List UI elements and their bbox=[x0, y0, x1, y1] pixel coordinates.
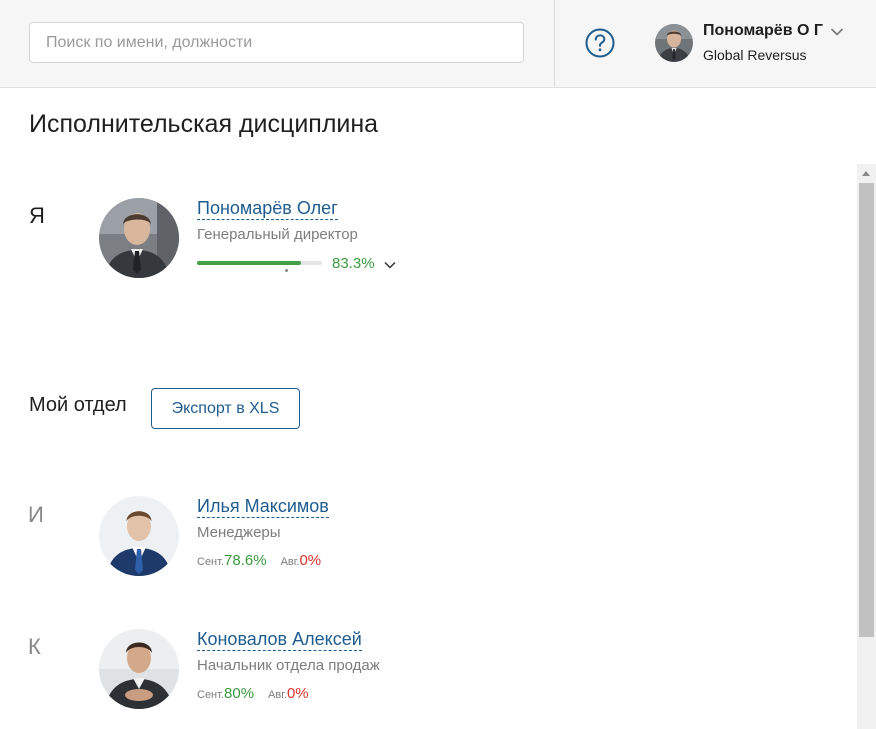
stat-prev-month-value: 0% bbox=[299, 552, 322, 569]
stat-prev-month-value: 0% bbox=[286, 685, 309, 702]
stat-month-value: 80% bbox=[224, 685, 255, 702]
stat-month-label: Сент. bbox=[197, 556, 225, 568]
progress-bar bbox=[197, 261, 322, 265]
export-xls-button[interactable]: Экспорт в XLS bbox=[151, 388, 300, 429]
header-divider bbox=[554, 0, 555, 87]
chevron-down-icon[interactable] bbox=[384, 261, 396, 269]
me-name-link[interactable]: Пономарёв Олег bbox=[197, 198, 338, 220]
person-position: Менеджеры bbox=[197, 524, 281, 541]
group-letter: И bbox=[28, 502, 44, 527]
person-name-link[interactable]: Илья Максимов bbox=[197, 496, 329, 518]
person-position: Начальник отдела продаж bbox=[197, 657, 380, 674]
avatar bbox=[99, 198, 179, 278]
search-input[interactable] bbox=[29, 22, 524, 63]
person-stats: Сент.80% Авг.0% bbox=[197, 685, 309, 703]
stat-month-label: Сент. bbox=[197, 689, 225, 701]
page-title: Исполнительская дисциплина bbox=[29, 110, 379, 138]
user-name[interactable]: Пономарёв О Г bbox=[703, 22, 823, 40]
person-stats: Сент.78.6% Авг.0% bbox=[197, 552, 321, 570]
scroll-up-arrow-icon[interactable] bbox=[862, 171, 870, 176]
avatar bbox=[99, 496, 179, 576]
stat-month-value: 78.6% bbox=[224, 552, 267, 569]
avatar bbox=[99, 629, 179, 709]
user-company: Global Reversus bbox=[703, 47, 807, 63]
group-letter: К bbox=[28, 634, 41, 659]
top-bar: Пономарёв О Г Global Reversus bbox=[0, 0, 876, 88]
question-circle-icon[interactable] bbox=[585, 28, 615, 58]
stat-prev-month-label: Авг. bbox=[268, 689, 287, 701]
me-letter: Я bbox=[29, 203, 45, 228]
scrollbar-thumb[interactable] bbox=[859, 183, 874, 637]
progress-marker bbox=[285, 269, 288, 272]
user-avatar[interactable] bbox=[655, 24, 693, 62]
section-title: Мой отдел bbox=[29, 394, 127, 416]
me-position: Генеральный директор bbox=[197, 226, 358, 243]
stat-prev-month-label: Авг. bbox=[280, 556, 300, 568]
chevron-down-icon[interactable] bbox=[830, 27, 844, 37]
person-name-link[interactable]: Коновалов Алексей bbox=[197, 629, 362, 651]
me-percent: 83.3% bbox=[332, 255, 375, 272]
progress-bar-fill bbox=[197, 261, 302, 265]
